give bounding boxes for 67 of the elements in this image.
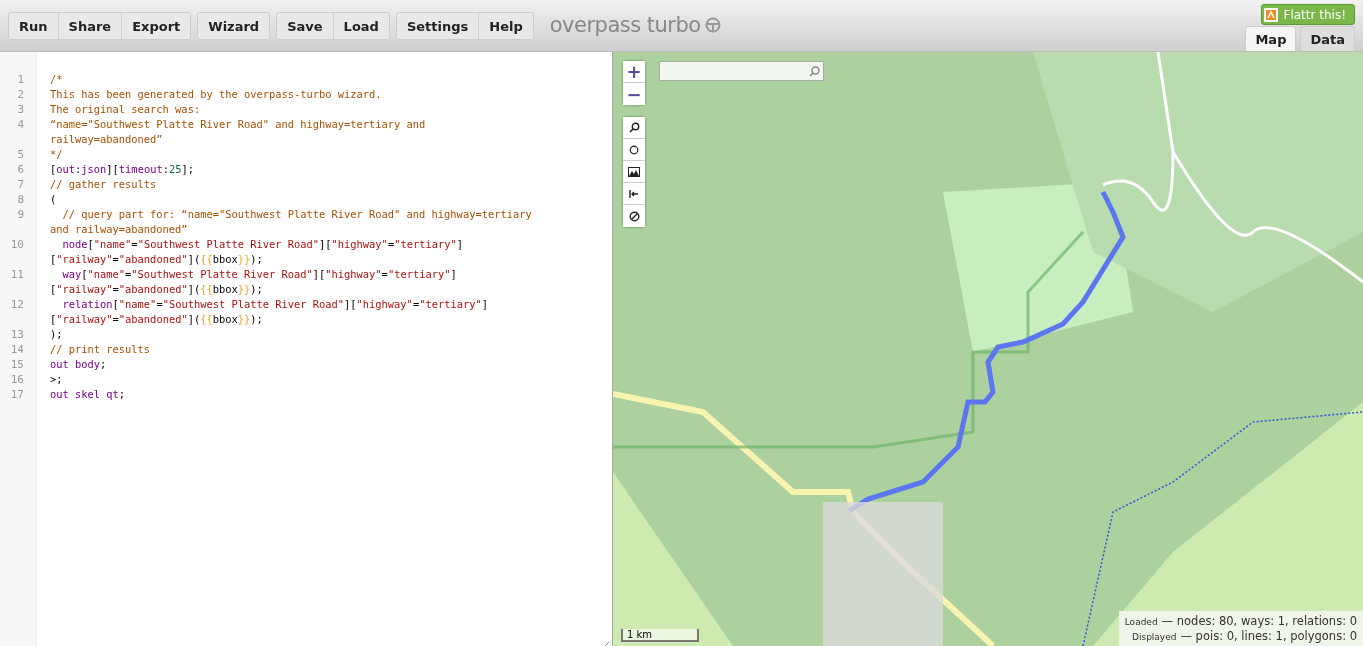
code-line: out skel qt;: [50, 387, 126, 402]
code-line: “name="Southwest Platte River Road" and highway=tertiary and: [50, 117, 426, 132]
stat-label: Loaded: [1124, 617, 1158, 627]
zoom-in-button[interactable]: +: [623, 61, 645, 83]
line-number: 2: [16, 87, 24, 102]
export-image-button[interactable]: [623, 161, 645, 183]
view-tab[interactable]: Map: [1245, 26, 1297, 51]
line-number: 4: [16, 117, 24, 132]
code-line: way["name"="Southwest Platte River Road"]["highway"="tertiary"]: [61, 267, 457, 282]
stat-text: — nodes: 80, ways: 1, relations: 0: [1161, 614, 1357, 628]
prohibited-icon: [628, 210, 640, 222]
clear-button[interactable]: [623, 205, 645, 227]
code-editor[interactable]: [0, 52, 613, 646]
steering-wheel-icon: [704, 17, 721, 33]
code-line: /*: [50, 72, 63, 87]
code-line: ["railway"="abandoned"]({{bbox}});: [50, 282, 263, 297]
line-number: 8: [16, 192, 24, 207]
circle-icon: [629, 144, 639, 155]
fit-button[interactable]: [623, 183, 645, 205]
toolbar-button[interactable]: Load: [332, 13, 389, 39]
line-number: 11: [9, 267, 24, 282]
map-search-field[interactable]: [659, 61, 824, 81]
stat-label: Displayed: [1132, 632, 1177, 642]
zoom-out-button[interactable]: −: [623, 83, 645, 105]
line-number: 12: [9, 297, 24, 312]
app-logo: overpass turbo: [549, 12, 701, 38]
code-line: */: [50, 147, 63, 162]
map-scale: 1 km: [621, 629, 699, 642]
code-line: // query part for: “name="Southwest Platte River Road" and highway=tertiary: [61, 207, 532, 222]
line-number: 10: [9, 237, 24, 252]
code-line: and railway=abandoned”: [50, 222, 188, 237]
view-tab[interactable]: Data: [1300, 26, 1355, 51]
code-line: railway=abandoned”: [50, 132, 163, 147]
search-icon: [809, 65, 820, 77]
magnifier-icon: [628, 122, 640, 133]
code-line: (: [50, 192, 57, 207]
flattr-logo-icon: [1263, 7, 1278, 22]
image-icon: [628, 166, 640, 177]
line-number: 13: [9, 327, 24, 342]
code-line: This has been generated by the overpass-turbo wizard.: [50, 87, 382, 102]
line-number: 3: [16, 102, 24, 117]
toolbar-button[interactable]: Export: [121, 13, 191, 39]
line-number: 6: [16, 162, 24, 177]
zoom-to-data-button[interactable]: [623, 117, 645, 139]
line-number: 15: [9, 357, 24, 372]
code-line: relation["name"="Southwest Platte River Road"]["highway"="tertiary"]: [61, 297, 488, 312]
locate-button[interactable]: [623, 139, 645, 161]
arrow-to-bar-icon: [629, 188, 639, 199]
code-line: out body;: [50, 357, 107, 372]
line-number: 14: [9, 342, 24, 357]
toolbar-button[interactable]: Help: [478, 13, 533, 39]
code-line: The original search was:: [50, 102, 201, 117]
code-line: // gather results: [50, 177, 157, 192]
code-line: ["railway"="abandoned"]({{bbox}});: [50, 252, 263, 267]
line-number: 5: [16, 147, 24, 162]
code-line: // print results: [50, 342, 151, 357]
line-number: 17: [9, 387, 24, 402]
code-line: node["name"="Southwest Platte River Road"]["highway"="tertiary"]: [61, 237, 463, 252]
line-number: 16: [9, 372, 24, 387]
line-number: 9: [16, 207, 24, 222]
code-line: );: [50, 327, 63, 342]
stat-text: — pois: 0, lines: 1, polygons: 0: [1180, 629, 1357, 643]
code-line: ["railway"="abandoned"]({{bbox}});: [50, 312, 263, 327]
line-number: 1: [16, 72, 24, 87]
code-line: >;: [50, 372, 63, 387]
line-number: 7: [16, 177, 24, 192]
code-line: [out:json][timeout:25];: [50, 162, 194, 177]
